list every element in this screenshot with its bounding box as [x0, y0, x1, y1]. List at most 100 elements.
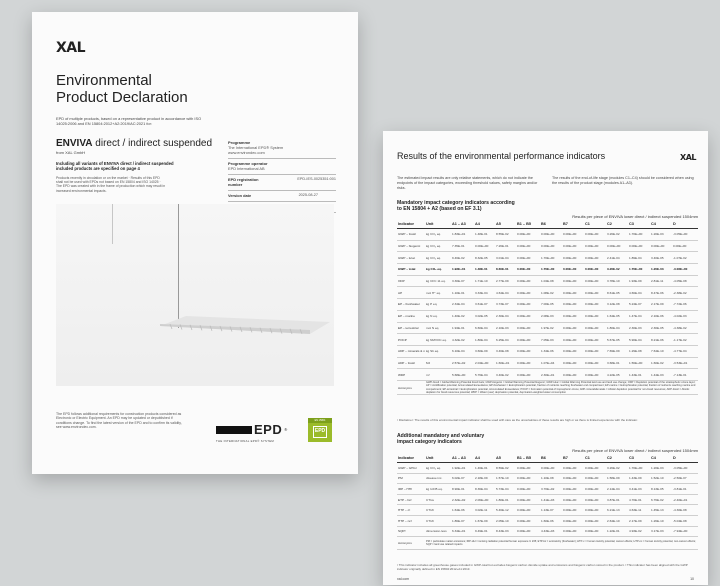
value-cell: 3.26E-02 — [606, 462, 628, 474]
acronyms-label: Acronyms — [397, 380, 425, 396]
value-cell: -2.38E-02 — [672, 286, 698, 300]
value-cell: 4.32E-02 — [451, 333, 474, 346]
unit-cell: kg Sb eq. — [425, 345, 451, 358]
value-cell: 0.00E+00 — [562, 240, 584, 253]
epd-logo-bar — [216, 425, 252, 434]
value-cell: 1.04E-08 — [540, 275, 562, 288]
indicator-name-cell: GWP – total — [397, 263, 425, 276]
value-cell: 1.93E-09 — [628, 275, 650, 288]
programme-info-table: Programme The International EPD® System … — [228, 138, 336, 213]
value-cell: 1.93E+01 — [451, 263, 474, 276]
additional-header-cell: C2 — [606, 454, 628, 463]
value-cell: 0.00E+00 — [562, 357, 584, 370]
value-cell: 1.22E-01 — [606, 526, 628, 538]
mandatory-table-caption: Results per piece of ENVIVA lower direct… — [572, 214, 698, 219]
value-cell: 0.00E+00 — [516, 310, 540, 323]
value-cell: 5.68E+00 — [451, 368, 474, 381]
value-cell: 0.00E+00 — [562, 310, 584, 323]
unit-cell: MJ — [425, 357, 451, 370]
value-cell: -3.53E+01 — [672, 357, 698, 370]
value-cell: 1.70E+00 — [628, 263, 650, 276]
value-cell: 8.55E-02 — [495, 228, 516, 241]
value-cell: 1.60E-06 — [540, 515, 562, 527]
mandatory-header-cell: B7 — [562, 220, 584, 229]
table-row: WDP m³ 5.68E+00 5.76E-04 3.40E-02 0.00E+00 2.3… — [397, 368, 698, 381]
value-cell: 0.00E+00 — [628, 240, 650, 253]
table-row: EP – terrestrial mol N eq. 1.94E-01 6.60E-0… — [397, 322, 698, 335]
mandatory-header-cell: A1 – A3 — [451, 220, 474, 229]
value-cell: 6.60E-04 — [474, 322, 495, 335]
table-row: GWP – total kg CO₂ eq. 1.93E+01 1.48E-01 8.6… — [397, 263, 698, 276]
intro-left-text: The estimated impact results are only re… — [397, 176, 538, 190]
value-cell: 5.24E-07 — [628, 298, 650, 311]
value-cell: 0.00E+00 — [584, 357, 606, 370]
value-cell: 1.43E-09 — [628, 473, 650, 485]
value-cell: 0.00E+00 — [584, 298, 606, 311]
value-cell: 2.57E+02 — [451, 357, 474, 370]
value-cell: 0.00E+00 — [584, 473, 606, 485]
product-name-rest: direct / indirect suspended — [95, 138, 213, 149]
value-cell: 2.06E+00 — [474, 494, 495, 506]
value-cell: 1.94E-01 — [451, 322, 474, 335]
value-cell: 7.26E-01 — [495, 240, 516, 253]
value-cell: 1.86E-07 — [451, 515, 474, 527]
value-cell: 9.46E-02 — [451, 251, 474, 265]
product-photo — [56, 204, 334, 386]
value-cell: 0.00E+00 — [516, 286, 540, 300]
indicator-name-cell: ETP – fw² — [397, 494, 425, 506]
value-cell: 2.17E-09 — [650, 298, 672, 311]
value-cell: 0.00E+00 — [584, 322, 606, 335]
footer-website[interactable]: xal.com — [397, 577, 409, 581]
value-cell: 1.64E-05 — [606, 310, 628, 323]
value-cell: 1.46E-01 — [474, 462, 495, 474]
value-cell: 7.64E-10 — [650, 345, 672, 358]
acronyms-row: Acronyms GWP-fossil = Global Warming Pote… — [397, 380, 698, 396]
value-cell: 0.00E+00 — [516, 228, 540, 241]
programme-website[interactable]: www.environdec.com — [228, 150, 283, 155]
value-cell: 0.00E+00 — [584, 368, 606, 381]
value-cell: 0.00E+00 — [562, 483, 584, 495]
additional-table-caption: Results per piece of ENVIVA lower direct… — [572, 448, 698, 453]
value-cell: 3.12E-08 — [606, 298, 628, 311]
table-row: IRP – HH² kg U235 eq. 8.90E-01 8.36E-04 5.73… — [397, 483, 698, 495]
value-cell: 5.73E-04 — [495, 483, 516, 495]
value-cell: 0.00E+00 — [516, 515, 540, 527]
table-row: ADP – minerals & metalskg Sb eq.6.10E-04… — [397, 345, 698, 358]
en15804-badge: EN 15804 EPD — [308, 418, 332, 442]
table-row: ADP – fossil MJ 2.57E+02 2.04E+00 1.60E+01 0.… — [397, 357, 698, 370]
value-cell: -7.13E-01 — [672, 368, 698, 381]
table-row: GWP – luluc kg CO₂ eq. 9.46E-02 8.32E-05 3.0… — [397, 251, 698, 265]
mandatory-header-cell: Indicator — [397, 220, 425, 229]
xal-logo: XAL — [56, 40, 86, 56]
unit-cell: kg CO₂ eq. — [425, 263, 451, 276]
unit-cell: CTUe — [425, 494, 451, 506]
value-cell: 6.02E-07 — [451, 473, 474, 485]
value-cell: 1.08E-02 — [540, 286, 562, 300]
value-cell: 1.20E-03 — [650, 228, 672, 241]
value-cell: 2.81E-11 — [650, 275, 672, 288]
table-row: GWP – fossil kg CO₂ eq. 1.83E+01 1.48E-01 8.… — [397, 228, 698, 241]
value-cell: 0.00E+00 — [584, 310, 606, 323]
included-variants-note: Including all variants of ENVIVA direct … — [56, 161, 174, 171]
value-cell: 8.36E-04 — [474, 483, 495, 495]
unit-cell: disease inc. — [425, 473, 451, 485]
mandatory-header-cell: B1 – B5 — [516, 220, 540, 229]
additional-table-body: GWP – GHG¹ kg CO₂ eq. 1.92E+01 1.46E-01 8.59… — [397, 462, 698, 551]
value-cell: 4.93E-02 — [628, 526, 650, 538]
indicator-name-cell: ADP – fossil — [397, 357, 425, 370]
value-cell: 0.00E+00 — [516, 345, 540, 358]
value-cell: 2.04E+00 — [474, 357, 495, 370]
value-cell: 0.00E+00 — [516, 357, 540, 370]
value-cell: 0.00E+00 — [584, 286, 606, 300]
value-cell: 2.08E-03 — [540, 310, 562, 323]
suspension-wire — [178, 204, 179, 328]
value-cell: 3.33E-04 — [474, 286, 495, 300]
value-cell: -4.38E-02 — [672, 322, 698, 335]
additional-indicators-heading: Additional mandatory and voluntary impac… — [397, 433, 484, 445]
value-cell: 3.40E-05 — [650, 251, 672, 265]
value-cell: 1.43E-01 — [628, 368, 650, 381]
value-cell: 1.56E+00 — [628, 357, 650, 370]
indicator-name-cell: IRP – HH² — [397, 483, 425, 495]
acronyms-label: Acronyms — [397, 536, 425, 551]
value-cell: 0.00E+00 — [540, 228, 562, 241]
